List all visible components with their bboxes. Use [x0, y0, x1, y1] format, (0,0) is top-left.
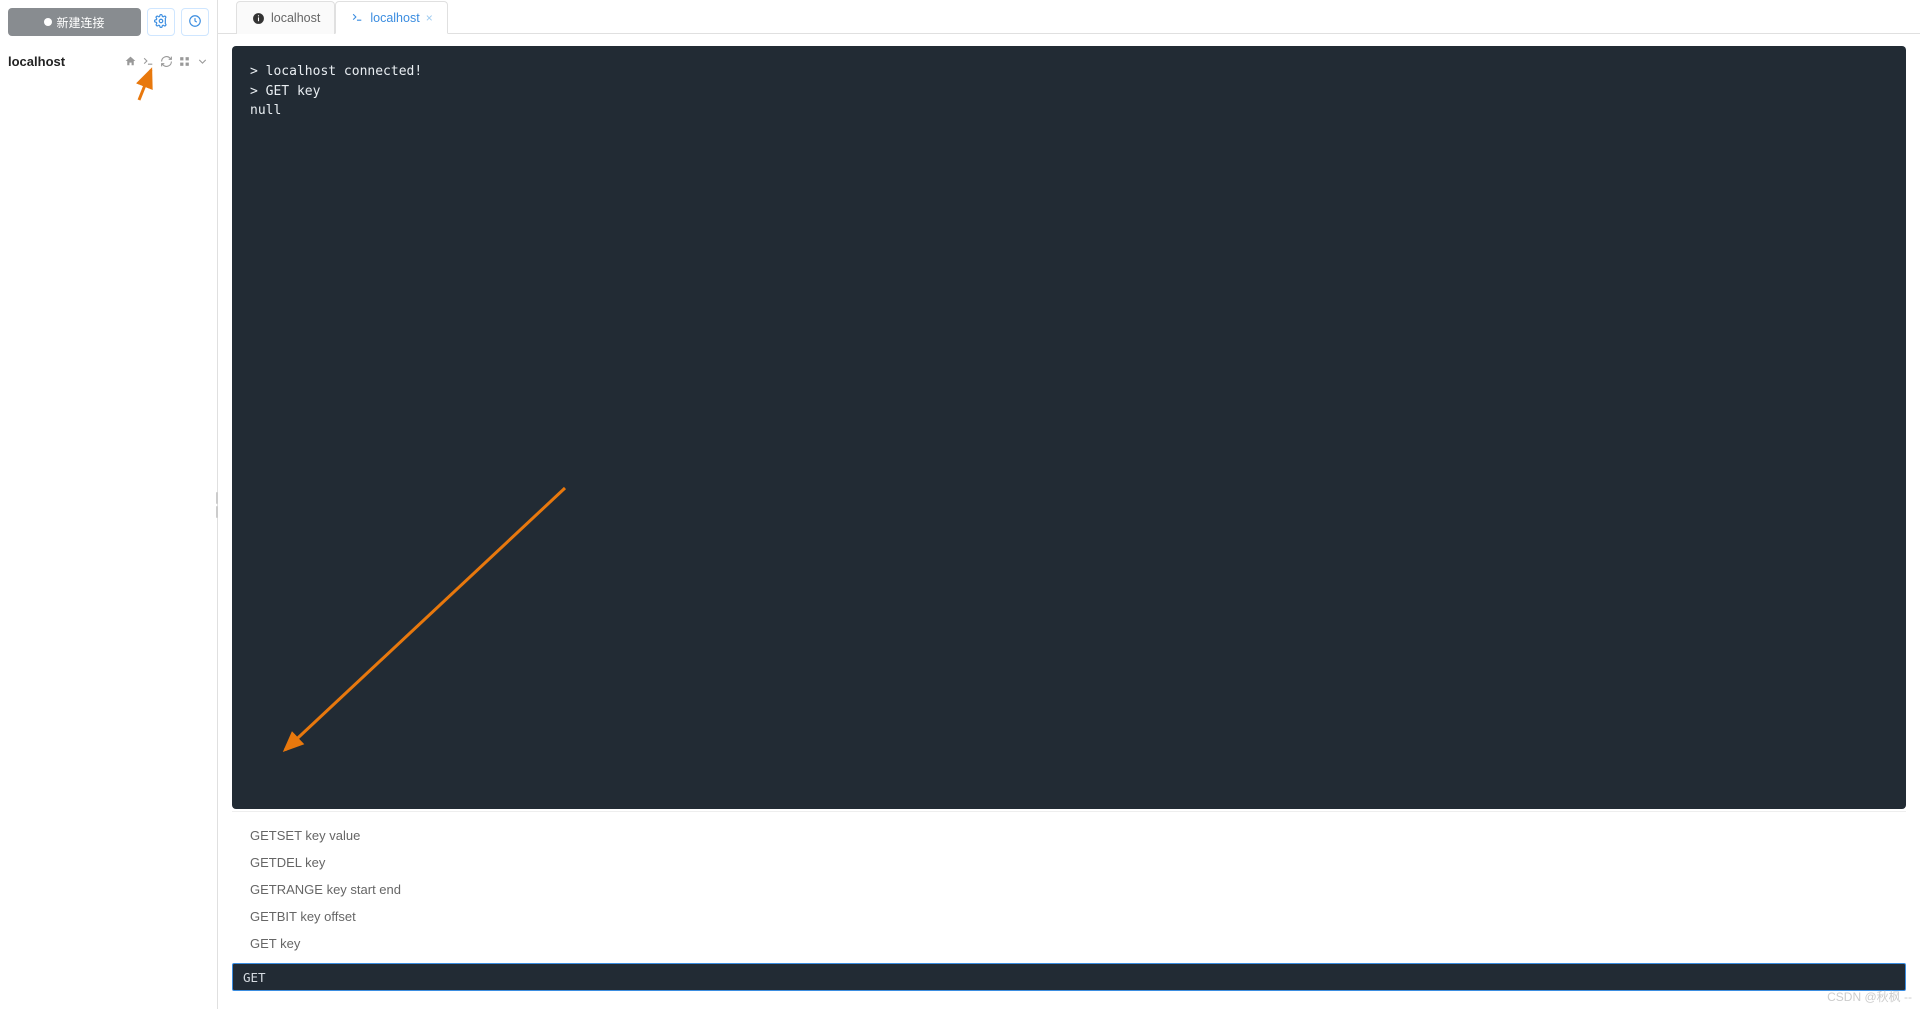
tab-info-localhost[interactable]: localhost: [236, 1, 335, 34]
command-input[interactable]: [232, 963, 1906, 991]
terminal-output[interactable]: > localhost connected! > GET key null: [232, 46, 1906, 809]
gear-icon: [154, 14, 168, 31]
autocomplete-item[interactable]: GETRANGE key start end: [232, 876, 1906, 903]
connection-row[interactable]: localhost: [0, 44, 217, 79]
watermark: CSDN @秋枫 --: [1827, 988, 1912, 1005]
sidebar-toolbar: 新建连接: [0, 0, 217, 44]
grid-icon[interactable]: [177, 55, 191, 69]
chevron-down-icon[interactable]: [195, 55, 209, 69]
splitter-handle[interactable]: [211, 489, 223, 521]
autocomplete-item[interactable]: GETSET key value: [232, 822, 1906, 849]
close-icon[interactable]: ×: [426, 11, 433, 25]
log-button[interactable]: [181, 8, 209, 36]
tab-label: localhost: [271, 11, 320, 25]
autocomplete-popup: GETSET key value GETDEL key GETRANGE key…: [232, 811, 1906, 963]
terminal-line: > GET key: [250, 82, 1888, 102]
autocomplete-item[interactable]: GETDEL key: [232, 849, 1906, 876]
autocomplete-item[interactable]: GET key: [232, 930, 1906, 957]
autocomplete-item[interactable]: GETBIT key offset: [232, 903, 1906, 930]
connection-name: localhost: [8, 54, 65, 69]
main-area: localhost localhost × > localhost connec…: [218, 0, 1920, 1009]
home-icon[interactable]: [123, 55, 137, 69]
sidebar: 新建连接 localhost: [0, 0, 218, 1009]
terminal-icon: [350, 11, 364, 25]
terminal-line: null: [250, 101, 1888, 121]
tab-bar: localhost localhost ×: [218, 0, 1920, 34]
info-icon: [251, 11, 265, 25]
new-connection-label: 新建连接: [56, 14, 104, 31]
tab-label: localhost: [370, 11, 419, 25]
terminal-icon[interactable]: [141, 55, 155, 69]
connection-tools: [123, 55, 209, 69]
clock-icon: [188, 14, 202, 31]
new-connection-button[interactable]: 新建连接: [8, 8, 141, 36]
terminal-panel: > localhost connected! > GET key null GE…: [218, 34, 1920, 1009]
terminal-line: > localhost connected!: [250, 62, 1888, 82]
settings-button[interactable]: [147, 8, 175, 36]
refresh-icon[interactable]: [159, 55, 173, 69]
tab-terminal-localhost[interactable]: localhost ×: [335, 1, 447, 34]
